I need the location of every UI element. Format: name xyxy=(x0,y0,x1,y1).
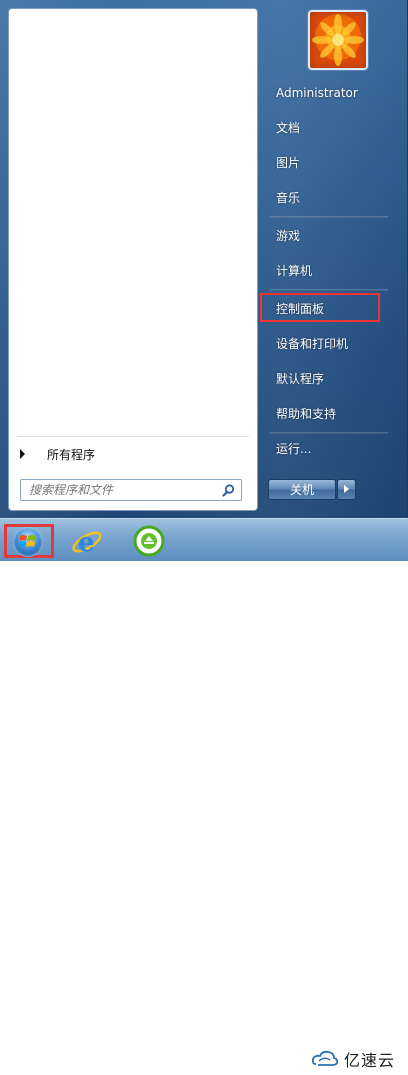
menu-item-computer[interactable]: 计算机 xyxy=(270,257,390,285)
all-programs-separator xyxy=(17,436,249,437)
taskbar: e 亿速云 xyxy=(0,518,408,1075)
menu-separator xyxy=(270,432,388,434)
all-programs-button[interactable]: 所有程序 xyxy=(17,442,249,466)
control-panel-highlight-box xyxy=(260,293,380,322)
shutdown-options-arrow-icon[interactable] xyxy=(337,479,356,500)
watermark: 亿速云 xyxy=(312,1042,408,1075)
search-box[interactable] xyxy=(20,479,242,501)
refresh-app-icon[interactable] xyxy=(132,524,166,558)
right-triangle-icon xyxy=(20,449,25,459)
start-button[interactable] xyxy=(4,524,54,558)
windows-logo-icon xyxy=(19,535,36,547)
menu-item-documents[interactable]: 文档 xyxy=(270,114,390,142)
menu-item-games[interactable]: 游戏 xyxy=(270,222,390,250)
menu-item-administrator[interactable]: Administrator xyxy=(270,79,390,107)
internet-explorer-icon[interactable]: e xyxy=(70,524,104,558)
menu-item-default-programs[interactable]: 默认程序 xyxy=(270,365,390,393)
menu-separator xyxy=(270,216,388,218)
search-input[interactable] xyxy=(21,482,221,498)
start-menu: 所有程序 搜索程序和文件 Administrator 文档 图片 音乐 游戏 计… xyxy=(0,0,408,518)
cloud-logo-icon xyxy=(312,1050,338,1066)
start-menu-left-pane: 所有程序 xyxy=(8,8,258,511)
menu-item-run[interactable]: 运行... xyxy=(270,435,390,463)
user-avatar-icon[interactable] xyxy=(308,10,368,70)
search-icon[interactable] xyxy=(222,484,235,497)
shutdown-button[interactable]: 关机 xyxy=(268,479,336,500)
menu-item-music[interactable]: 音乐 xyxy=(270,184,390,212)
start-menu-right-pane: Administrator 文档 图片 音乐 游戏 计算机 控制面板 设备和打印… xyxy=(264,0,408,518)
menu-item-pictures[interactable]: 图片 xyxy=(270,149,390,177)
svg-text:e: e xyxy=(78,528,95,558)
menu-item-help-support[interactable]: 帮助和支持 xyxy=(270,400,390,428)
menu-separator xyxy=(270,289,388,291)
all-programs-label: 所有程序 xyxy=(47,447,96,462)
watermark-text: 亿速云 xyxy=(344,1050,396,1070)
menu-item-devices-printers[interactable]: 设备和打印机 xyxy=(270,330,390,358)
